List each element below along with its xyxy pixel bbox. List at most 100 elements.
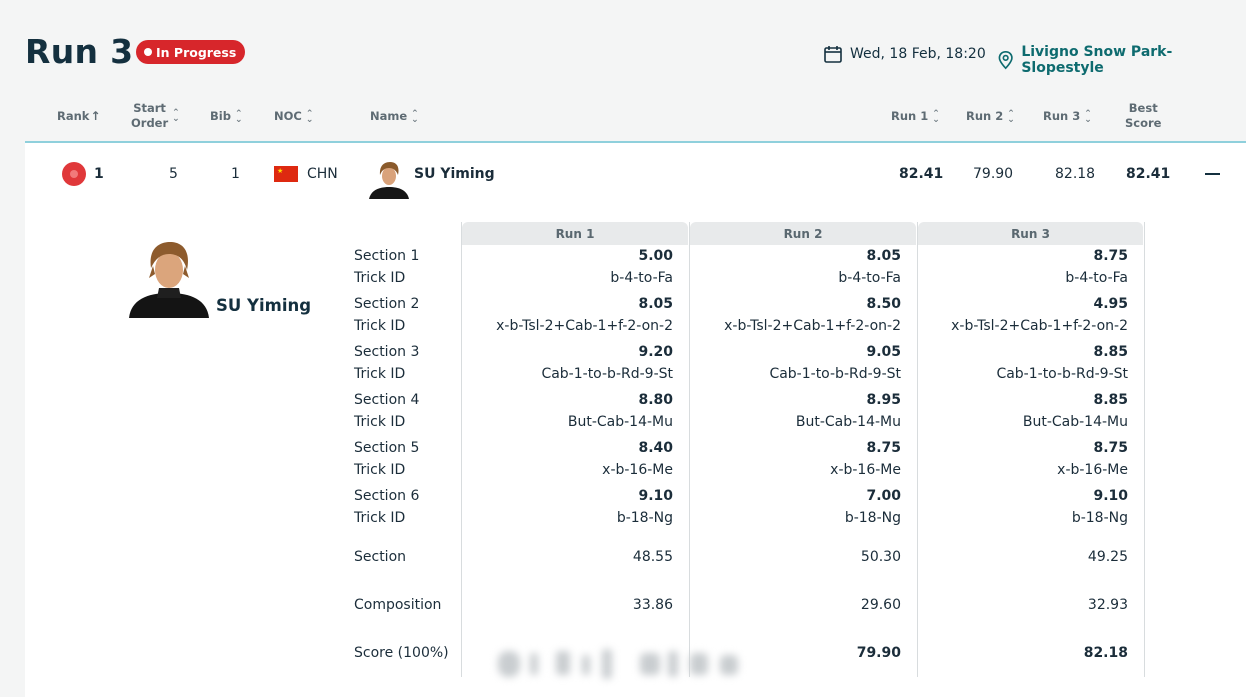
section-score: 8.85 [1093,392,1128,408]
row-label-trick-id: Trick ID [354,366,406,382]
row-label-trick-id: Trick ID [354,270,406,286]
sort-icon: ⌃ ⌄ [172,108,180,124]
run2-score: 79.90 [973,166,1014,182]
trick-id: Cab-1-to-b-Rd-9-St [996,366,1128,382]
composition-value: 33.86 [632,597,673,613]
column-header-rank[interactable]: Rank ↑ [57,109,101,124]
section-score: 9.10 [1093,488,1128,504]
column-header-bib[interactable]: Bib ⌃ ⌄ [210,109,243,124]
section-score: 5.00 [638,248,673,264]
row-label-section-6: Section 6 [354,488,420,504]
composition-value: 32.93 [1087,597,1128,613]
noc-value: CHN [307,166,338,182]
row-label-section-1: Section 1 [354,248,420,264]
section-score: 8.05 [866,248,901,264]
section-score: 9.10 [638,488,673,504]
bib-value: 1 [231,166,240,182]
sort-icon: ⌃ ⌄ [1084,108,1092,125]
row-label-section-total: Section [354,549,407,565]
rank-medal-icon [62,162,86,186]
blurred-overlay [490,643,750,683]
run1-header: Run 1 [462,222,688,245]
trick-id: x-b-Tsl-2+Cab-1+f-2-on-2 [496,318,673,334]
section-score: 8.85 [1093,344,1128,360]
column-header-noc-label: NOC [274,109,302,123]
trick-id: But-Cab-14-Mu [567,414,673,430]
trick-id: b-4-to-Fa [610,270,673,286]
row-label-score: Score (100%) [354,645,449,661]
calendar-icon [824,46,842,63]
column-header-run2-label: Run 2 [966,109,1004,123]
row-label-section-5: Section 5 [354,440,420,456]
column-header-noc[interactable]: NOC ⌃ ⌄ [274,109,313,124]
china-flag-icon: ★ [274,166,298,182]
column-header-best-label-2: Score [1125,116,1162,130]
trick-id: x-b-16-Me [1057,462,1128,478]
run2-header: Run 2 [690,222,916,245]
column-header-run1-label: Run 1 [891,109,929,123]
sort-icon: ⌃ ⌄ [305,108,314,125]
section-score: 8.80 [638,392,673,408]
section-score: 4.95 [1093,296,1128,312]
event-date-text: Wed, 18 Feb, 18:20 [850,46,986,62]
sort-icon: ⌃ ⌄ [932,108,940,125]
section-score: 8.75 [1093,440,1128,456]
trick-id: But-Cab-14-Mu [1022,414,1128,430]
best-score: 82.41 [1126,166,1171,182]
column-header-name[interactable]: Name ⌃ ⌄ [370,109,419,124]
athlete-name[interactable]: SU Yiming [414,166,495,182]
start-order-value: 5 [169,166,178,182]
trick-id: b-18-Ng [616,510,673,526]
venue-text[interactable]: Livigno Snow Park-Slopestyle [1021,44,1246,76]
avatar [129,238,209,318]
column-header-best-label-1: Best [1128,101,1158,115]
section-score: 8.50 [866,296,901,312]
section-score: 8.05 [638,296,673,312]
column-header-start-order[interactable]: Start Order ⌃ ⌄ [131,101,180,131]
trick-id: b-4-to-Fa [1065,270,1128,286]
status-badge: In Progress [136,40,246,64]
trick-id: Cab-1-to-b-Rd-9-St [541,366,673,382]
athlete-detail-name: SU Yiming [216,296,312,315]
collapse-minus-icon[interactable] [1205,173,1220,175]
rank-value: 1 [94,166,104,182]
run-score-value: 79.90 [856,645,901,661]
page-title: Run 3 [25,32,134,71]
column-header-name-label: Name [370,109,408,123]
venue-link[interactable]: Livigno Snow Park-Slopestyle [997,44,1246,76]
row-label-section-4: Section 4 [354,392,420,408]
section-total-value: 50.30 [860,549,901,565]
section-score: 8.75 [1093,248,1128,264]
column-header-bib-label: Bib [210,109,231,123]
trick-id: x-b-16-Me [602,462,673,478]
trick-id: b-18-Ng [1071,510,1128,526]
run3-header: Run 3 [918,222,1143,245]
status-badge-label: In Progress [156,44,237,60]
column-header-best-score: Best Score [1125,101,1161,131]
sort-icon: ⌃ ⌄ [1007,108,1015,125]
column-header-run2[interactable]: Run 2 ⌃ ⌄ [966,109,1015,124]
section-score: 8.75 [866,440,901,456]
column-header-run1[interactable]: Run 1 ⌃ ⌄ [891,109,940,124]
trick-id: x-b-Tsl-2+Cab-1+f-2-on-2 [951,318,1128,334]
live-dot-icon [144,48,152,56]
section-score: 9.05 [866,344,901,360]
section-score: 8.40 [638,440,673,456]
section-total-value: 49.25 [1087,549,1128,565]
trick-id: But-Cab-14-Mu [795,414,901,430]
trick-id: x-b-16-Me [830,462,901,478]
section-score: 9.20 [638,344,673,360]
row-label-trick-id: Trick ID [354,462,406,478]
row-label-trick-id: Trick ID [354,318,406,334]
sort-icon: ⌃ ⌄ [411,108,419,125]
section-score: 7.00 [866,488,901,504]
column-header-run3[interactable]: Run 3 ⌃ ⌄ [1043,109,1092,124]
sort-ascending-icon: ↑ [90,109,101,123]
row-label-trick-id: Trick ID [354,510,406,526]
row-label-composition: Composition [354,597,442,613]
run-score-value: 82.18 [1083,645,1128,661]
column-header-run3-label: Run 3 [1043,109,1081,123]
trick-id: b-4-to-Fa [838,270,901,286]
composition-value: 29.60 [860,597,901,613]
run3-score: 82.18 [1055,166,1096,182]
